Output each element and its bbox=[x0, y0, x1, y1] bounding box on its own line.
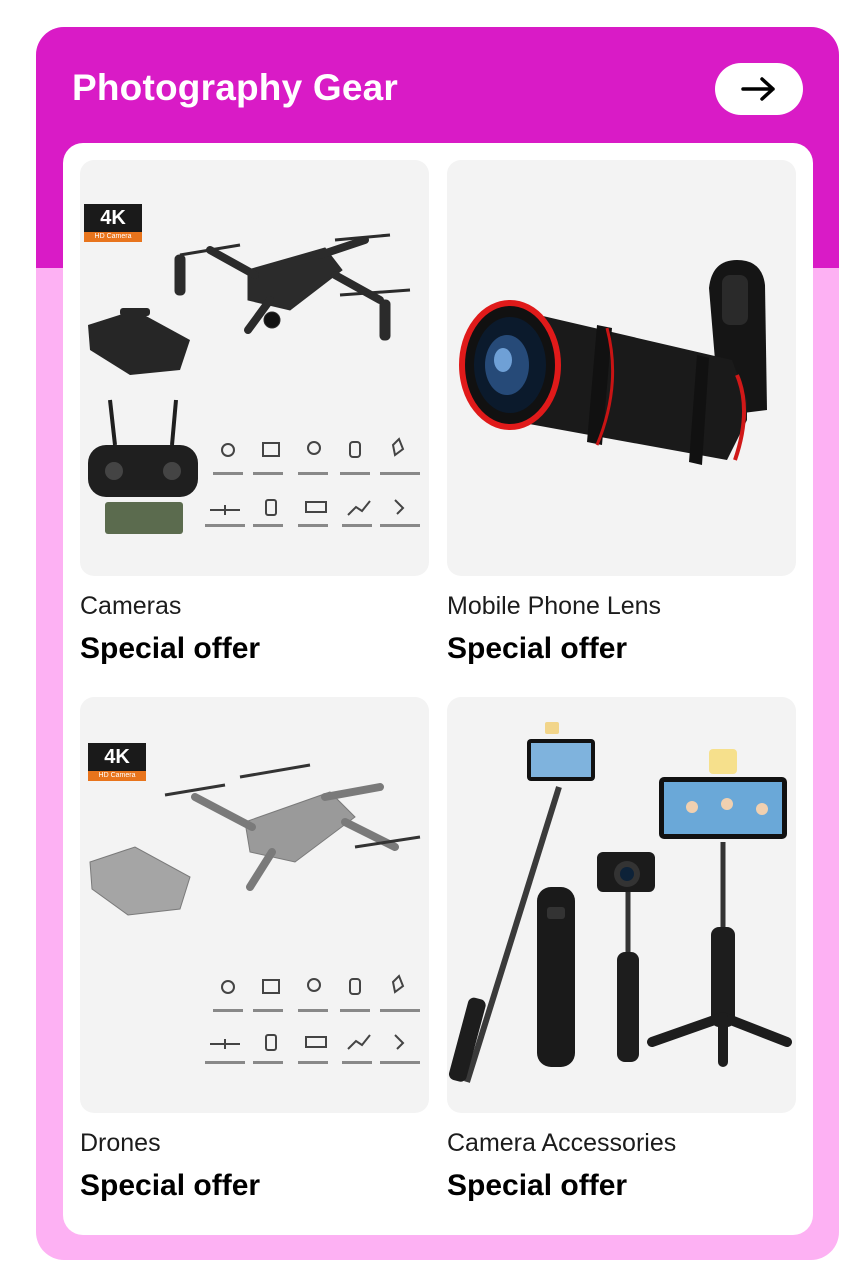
resolution-badge-sub: HD Camera bbox=[84, 232, 142, 242]
product-image-camera-accessories bbox=[447, 697, 796, 1113]
product-offer: Special offer bbox=[447, 1169, 628, 1202]
resolution-badge-sub: HD Camera bbox=[88, 771, 146, 781]
product-tile-camera-accessories[interactable]: Camera Accessories Special offer bbox=[447, 697, 796, 1203]
product-name: Camera Accessories bbox=[447, 1129, 677, 1157]
product-image-drones: 4K HD Camera bbox=[80, 697, 429, 1113]
selfie-stick-icon bbox=[448, 722, 792, 1083]
lens-icon bbox=[459, 260, 767, 465]
product-tile-drones[interactable]: 4K HD Camera Drones Special offer bbox=[80, 697, 429, 1203]
see-all-button[interactable] bbox=[715, 63, 803, 115]
product-offer: Special offer bbox=[447, 632, 628, 665]
product-name: Mobile Phone Lens bbox=[447, 592, 662, 620]
product-image-mobile-phone-lens bbox=[447, 160, 796, 576]
product-name: Drones bbox=[80, 1129, 161, 1157]
photography-gear-card: Photography Gear 4K HD Camera Cameras Sp… bbox=[36, 27, 839, 1260]
section-title: Photography Gear bbox=[72, 67, 398, 108]
product-image-cameras: 4K HD Camera bbox=[80, 160, 429, 576]
product-name: Cameras bbox=[80, 592, 182, 620]
resolution-badge: 4K bbox=[84, 204, 142, 232]
products-grid: 4K HD Camera Cameras Special offer Mobil… bbox=[63, 143, 813, 1235]
product-tile-cameras[interactable]: 4K HD Camera Cameras Special offer bbox=[80, 160, 429, 666]
product-offer: Special offer bbox=[80, 1169, 261, 1202]
arrow-right-icon bbox=[741, 77, 775, 101]
product-offer: Special offer bbox=[80, 632, 261, 665]
product-tile-mobile-phone-lens[interactable]: Mobile Phone Lens Special offer bbox=[447, 160, 796, 666]
resolution-badge: 4K bbox=[88, 743, 146, 771]
